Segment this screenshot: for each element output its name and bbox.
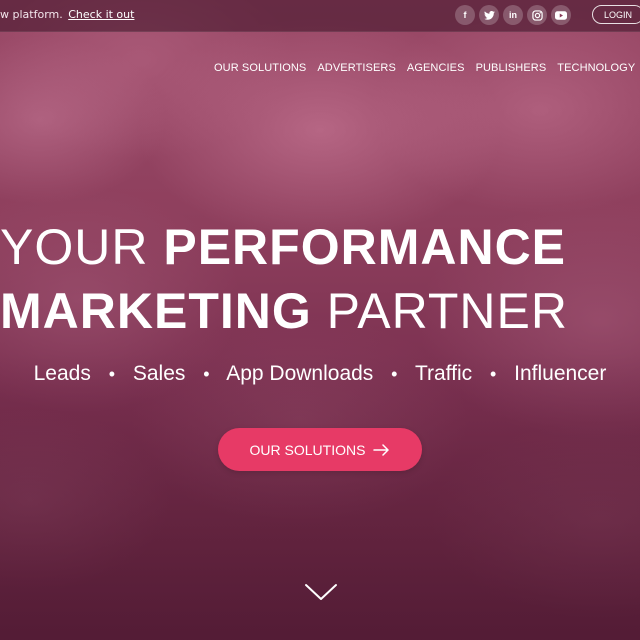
hero-headline-line1: YOUR PERFORMANCE	[0, 219, 567, 275]
arrow-right-icon	[373, 443, 390, 456]
announcement-link[interactable]: Check it out	[68, 8, 134, 21]
separator: •	[108, 364, 115, 384]
separator: •	[203, 364, 210, 384]
sub-item: Influencer	[514, 362, 607, 385]
cta-label: OUR SOLUTIONS	[249, 441, 366, 458]
our-solutions-button[interactable]: OUR SOLUTIONS	[218, 428, 422, 471]
hero-headline-line2: MARKETING PARTNER	[0, 283, 568, 339]
announcement-text: w platform.	[0, 8, 63, 21]
page: w platform. Check it out f in LOGIN OUR …	[0, 0, 640, 640]
nav-item-our-solutions[interactable]: OUR SOLUTIONS	[214, 62, 306, 74]
separator: •	[489, 364, 497, 384]
chevron-down-icon[interactable]	[304, 582, 338, 602]
instagram-icon[interactable]	[527, 5, 547, 25]
announcement: w platform. Check it out	[0, 8, 134, 21]
hero-subheadline: Leads • Sales • App Downloads • Traffic …	[0, 362, 640, 386]
twitter-icon[interactable]	[479, 5, 499, 25]
nav-item-technology[interactable]: TECHNOLOGY	[557, 62, 635, 74]
youtube-icon[interactable]	[551, 5, 571, 25]
login-button[interactable]: LOGIN	[592, 5, 640, 24]
facebook-icon[interactable]: f	[455, 5, 475, 25]
sub-item: Sales	[132, 362, 186, 385]
social-links: f in	[455, 5, 571, 25]
sub-item: App Downloads	[226, 362, 374, 385]
main-nav: OUR SOLUTIONS ADVERTISERS AGENCIES PUBLI…	[214, 62, 640, 74]
separator: •	[391, 364, 398, 384]
sub-item: Leads	[33, 362, 91, 385]
linkedin-icon[interactable]: in	[503, 5, 523, 25]
nav-item-agencies[interactable]: AGENCIES	[407, 62, 465, 74]
nav-item-advertisers[interactable]: ADVERTISERS	[317, 62, 396, 74]
sub-item: Traffic	[414, 362, 473, 385]
announcement-bar: w platform. Check it out f in LOGIN	[0, 0, 640, 32]
nav-item-publishers[interactable]: PUBLISHERS	[476, 62, 547, 74]
